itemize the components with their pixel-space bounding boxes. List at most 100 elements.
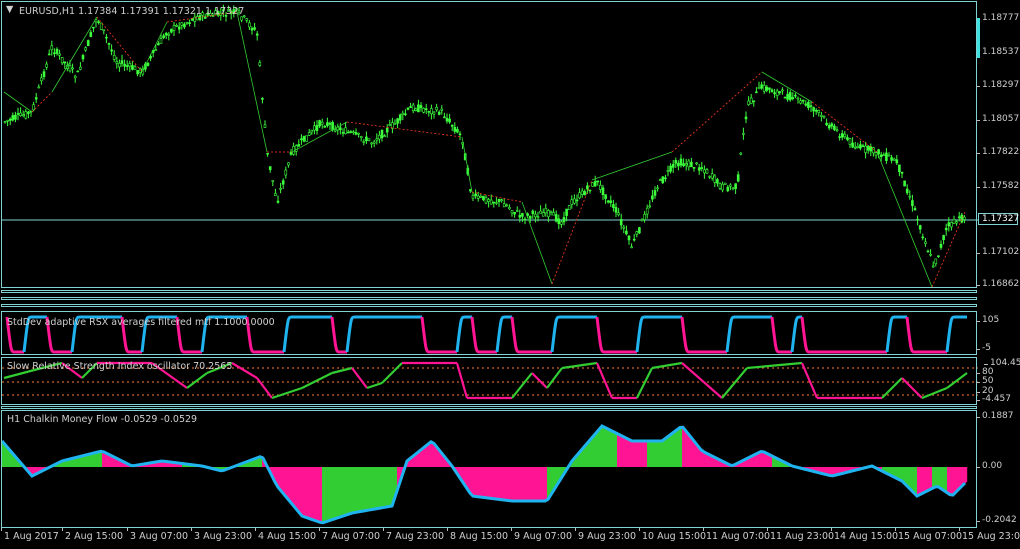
slow-rsi-pane[interactable]: Slow Relative Strength Index oscillator … <box>1 357 978 405</box>
candle-body <box>859 144 862 149</box>
rsx-indicator-pane[interactable]: StdDev adaptive RSX averages filtered mt… <box>1 311 977 355</box>
candle-body <box>487 199 490 202</box>
candle-body <box>492 201 496 204</box>
candle-body <box>692 166 696 169</box>
candle-body <box>24 111 28 119</box>
slow-rsi-line <box>381 362 403 384</box>
candle-body <box>664 177 667 180</box>
price-tick: 1.17822 <box>975 147 1020 157</box>
pane-separator[interactable] <box>1 406 977 409</box>
candle-body <box>271 180 275 182</box>
candle-body <box>643 213 646 220</box>
candle-body <box>934 258 938 265</box>
candle-body <box>851 142 854 148</box>
rsx-line <box>455 315 472 353</box>
price-tick: 1.18297 <box>975 80 1020 90</box>
chart-menu-icon[interactable]: ▼ <box>6 4 13 15</box>
candle-body <box>775 90 779 97</box>
candle-body <box>916 218 919 221</box>
candle-body <box>848 138 852 145</box>
candle-body <box>79 66 82 70</box>
candle-body <box>734 183 737 190</box>
candle-body <box>11 115 15 121</box>
candle-body <box>658 179 662 181</box>
candle-body <box>679 158 683 166</box>
candle-body <box>632 238 636 241</box>
candle-body <box>383 135 386 138</box>
candle-body <box>398 114 402 121</box>
candle-body <box>617 212 620 216</box>
candle-body <box>380 129 384 139</box>
candle-body <box>885 152 888 161</box>
candle-body <box>677 162 680 167</box>
price-chart-pane[interactable]: ▼ EURUSD,H1 1.17384 1.17391 1.17321 1.17… <box>1 1 978 288</box>
pane-separator[interactable] <box>1 297 977 300</box>
candle-body <box>365 136 368 142</box>
time-tick: 2 Aug 15:00 <box>61 528 124 542</box>
candle-body <box>742 133 745 135</box>
time-tick: 9 Aug 23:00 <box>574 528 637 542</box>
candle-body <box>521 213 524 217</box>
candle-body <box>614 207 618 213</box>
candle-body <box>791 97 795 99</box>
slow-rsi-line <box>351 367 368 389</box>
pane-separator[interactable] <box>1 290 977 293</box>
candle-body <box>747 100 750 106</box>
candle-body <box>170 28 173 33</box>
chart-title: EURUSD,H1 1.17384 1.17391 1.17321 1.1732… <box>19 6 245 17</box>
candle-body <box>812 107 815 112</box>
candle-body <box>505 204 509 207</box>
candle-body <box>593 181 597 187</box>
money-flow-pane[interactable]: H1 Chalkin Money Flow -0.0529 -0.0529 <box>1 410 977 528</box>
candle-body <box>427 111 431 113</box>
candle-body <box>887 154 891 157</box>
candle-body <box>89 31 93 37</box>
slow-rsi-line <box>595 362 614 399</box>
candle-body <box>34 97 38 100</box>
candle-body <box>16 113 20 115</box>
candle-body <box>898 164 901 173</box>
slow-rsi-tick: 50 <box>975 376 994 386</box>
candle-body <box>437 111 441 115</box>
candle-body <box>323 125 327 128</box>
candle-body <box>552 212 555 216</box>
candle-body <box>578 192 581 199</box>
slow-rsi-line <box>946 372 968 389</box>
price-tick: 1.17102 <box>975 247 1020 257</box>
slow-rsi-axis: 104.456 80 50 20 -4.457 <box>975 357 1020 405</box>
candle-body <box>310 129 314 133</box>
candle-body <box>853 146 857 149</box>
candle-body <box>931 265 935 268</box>
candle-body <box>835 129 839 132</box>
candle-body <box>372 141 376 144</box>
candle-body <box>926 250 930 253</box>
candle-body <box>99 22 103 30</box>
candle-body <box>531 210 535 214</box>
price-tick: 1.16862 <box>975 279 1020 289</box>
time-tick: 9 Aug 07:00 <box>510 528 573 542</box>
zigzag-line <box>346 121 463 138</box>
candle-body <box>53 52 56 55</box>
slow-rsi-line <box>800 362 819 399</box>
candle-body <box>42 71 46 77</box>
candle-body <box>523 218 527 221</box>
slow-rsi-line <box>651 361 683 370</box>
candle-body <box>840 133 844 138</box>
candle-body <box>68 65 72 72</box>
rsx-line <box>770 316 792 354</box>
candle-body <box>666 170 670 172</box>
candle-body <box>752 100 756 103</box>
time-tick: 15 Aug 07:00 <box>894 528 963 542</box>
candle-body <box>297 144 301 147</box>
candle-body <box>645 207 649 215</box>
candle-body <box>549 210 553 213</box>
current-price-label: 1.17327 <box>978 213 1019 225</box>
candle-body <box>196 16 199 21</box>
candle-body <box>388 124 392 126</box>
candle-body <box>489 199 493 205</box>
candle-body <box>892 158 896 161</box>
time-tick: 7 Aug 23:00 <box>382 528 445 542</box>
rsx-line <box>595 316 637 354</box>
candle-body <box>120 60 124 64</box>
pane-separator[interactable] <box>1 304 977 307</box>
